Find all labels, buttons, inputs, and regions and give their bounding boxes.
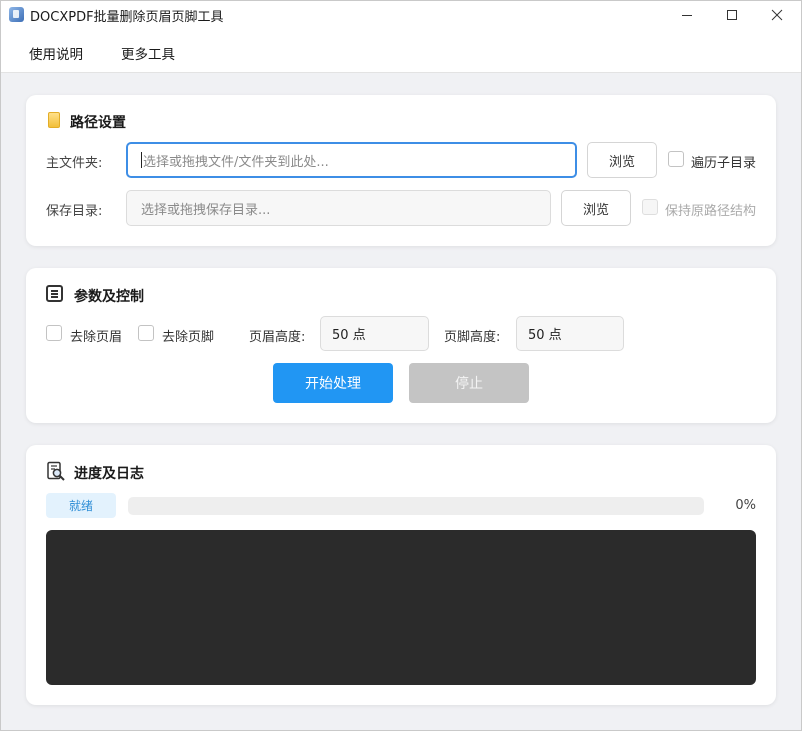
params-card: 参数及控制 去除页眉 去除页脚 页眉高度: 50 点 页脚高度: 50 点 开始… bbox=[26, 268, 776, 423]
main-folder-browse-button[interactable]: 浏览 bbox=[587, 142, 657, 178]
menu-bar: 使用说明 更多工具 bbox=[0, 30, 802, 73]
keep-path-structure-label: 保持原路径结构 bbox=[665, 204, 757, 219]
save-dir-placeholder: 选择或拖拽保存目录... bbox=[141, 202, 271, 218]
minimize-icon bbox=[682, 15, 692, 16]
maximize-icon bbox=[727, 10, 737, 20]
title-bar: DOCXPDF批量删除页眉页脚工具 bbox=[0, 0, 802, 30]
footer-height-input[interactable]: 50 点 bbox=[516, 316, 624, 351]
path-settings-title: 路径设置 bbox=[70, 115, 126, 131]
main-folder-placeholder: 选择或拖拽文件/文件夹到此处... bbox=[143, 154, 329, 170]
params-title: 参数及控制 bbox=[74, 289, 144, 305]
window-title: DOCXPDF批量删除页眉页脚工具 bbox=[30, 10, 224, 25]
document-search-icon bbox=[47, 461, 65, 481]
footer-height-label: 页脚高度: bbox=[444, 330, 501, 345]
text-caret bbox=[141, 152, 142, 168]
folder-icon bbox=[48, 112, 60, 128]
save-dir-browse-button[interactable]: 浏览 bbox=[561, 190, 631, 226]
minimize-button[interactable] bbox=[664, 0, 710, 30]
remove-header-checkbox[interactable] bbox=[46, 325, 62, 341]
recurse-subdirs-label: 遍历子目录 bbox=[691, 156, 757, 171]
remove-header-label: 去除页眉 bbox=[70, 330, 123, 345]
header-height-input[interactable]: 50 点 bbox=[320, 316, 429, 351]
stop-button[interactable]: 停止 bbox=[409, 363, 529, 403]
menu-item-usage[interactable]: 使用说明 bbox=[29, 43, 83, 63]
progress-log-title: 进度及日志 bbox=[74, 466, 144, 482]
document-list-icon bbox=[46, 285, 63, 302]
status-badge: 就绪 bbox=[46, 493, 116, 518]
keep-path-structure-checkbox[interactable] bbox=[642, 199, 658, 215]
save-dir-label: 保存目录: bbox=[46, 204, 103, 219]
recurse-subdirs-checkbox[interactable] bbox=[668, 151, 684, 167]
progress-bar bbox=[128, 497, 704, 515]
start-button[interactable]: 开始处理 bbox=[273, 363, 393, 403]
path-settings-card: 路径设置 主文件夹: 选择或拖拽文件/文件夹到此处... 浏览 遍历子目录 保存… bbox=[26, 95, 776, 246]
save-dir-input[interactable]: 选择或拖拽保存目录... bbox=[126, 190, 551, 226]
header-height-label: 页眉高度: bbox=[249, 330, 306, 345]
main-folder-label: 主文件夹: bbox=[46, 156, 103, 171]
log-output[interactable] bbox=[46, 530, 756, 685]
close-button[interactable] bbox=[754, 0, 800, 30]
progress-log-card: 进度及日志 就绪 0% bbox=[26, 445, 776, 705]
close-icon bbox=[771, 9, 783, 21]
app-icon bbox=[9, 7, 24, 22]
menu-item-more-tools[interactable]: 更多工具 bbox=[121, 43, 175, 63]
progress-percent: 0% bbox=[735, 498, 756, 513]
maximize-button[interactable] bbox=[709, 0, 755, 30]
remove-footer-checkbox[interactable] bbox=[138, 325, 154, 341]
remove-footer-label: 去除页脚 bbox=[162, 330, 215, 345]
main-folder-input[interactable]: 选择或拖拽文件/文件夹到此处... bbox=[126, 142, 577, 178]
